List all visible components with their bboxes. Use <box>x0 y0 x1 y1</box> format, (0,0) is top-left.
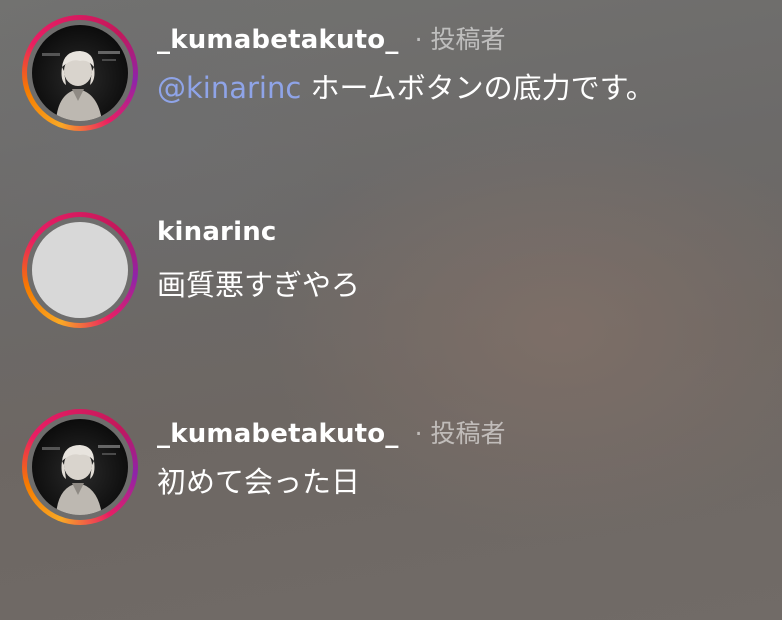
story-ring[interactable] <box>22 15 138 131</box>
comment-item: kinarinc 画質悪すぎやろ <box>0 205 782 335</box>
comment-item: _kumabetakuto_ · 投稿者 @kinarinc ホームボタンの底力… <box>0 8 782 138</box>
avatar-border <box>27 414 133 520</box>
mention-link[interactable]: @kinarinc <box>157 71 301 105</box>
avatar[interactable] <box>32 419 128 515</box>
comments-screen: { "comments": [ { "username": "_kumabeta… <box>0 0 782 620</box>
avatar[interactable] <box>32 222 128 318</box>
comment-body: 初めて会った日 <box>157 465 361 499</box>
comment-header: _kumabetakuto_ · 投稿者 <box>157 414 505 450</box>
story-ring[interactable] <box>22 212 138 328</box>
comment-item: _kumabetakuto_ · 投稿者 初めて会った日 <box>0 402 782 532</box>
username[interactable]: _kumabetakuto_ <box>157 419 399 449</box>
avatar[interactable] <box>32 25 128 121</box>
comment-text: @kinarinc ホームボタンの底力です。 <box>157 65 655 107</box>
username[interactable]: kinarinc <box>157 217 277 247</box>
comment-text: 初めて会った日 <box>157 459 360 501</box>
comment-body: 画質悪すぎやろ <box>157 268 361 302</box>
comment-header: kinarinc <box>157 217 277 253</box>
author-tag: · 投稿者 <box>414 419 506 448</box>
person-photo-icon <box>42 51 120 121</box>
author-tag: · 投稿者 <box>414 25 506 54</box>
avatar-border <box>27 20 133 126</box>
avatar-border <box>27 217 133 323</box>
comment-text: 画質悪すぎやろ <box>157 262 360 304</box>
comment-header: _kumabetakuto_ · 投稿者 <box>157 20 505 56</box>
story-ring[interactable] <box>22 409 138 525</box>
username[interactable]: _kumabetakuto_ <box>157 25 399 55</box>
comment-body: ホームボタンの底力です。 <box>301 71 655 105</box>
person-photo-icon <box>42 445 120 515</box>
